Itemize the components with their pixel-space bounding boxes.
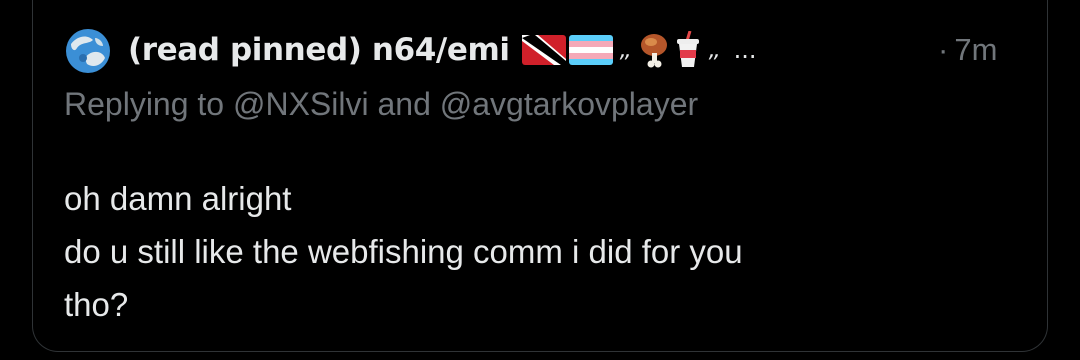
tweet-text-line: do u still like the webfishing comm i di… (64, 233, 743, 270)
tweet-text-line: tho? (64, 286, 129, 323)
meat-on-bone-icon (637, 31, 671, 69)
replying-to[interactable]: Replying to @NXSilvi and @avgtarkovplaye… (64, 86, 698, 123)
tweet-text: oh damn alright do u still like the webf… (64, 172, 994, 331)
display-name[interactable]: (read pinned) n64/emi (128, 32, 510, 68)
time-separator: · (938, 32, 949, 67)
name-emojis: ,, ,, ... (521, 31, 757, 69)
cup-with-straw-icon (674, 31, 702, 69)
tweet-text-line: oh damn alright (64, 180, 292, 217)
avatar[interactable] (65, 28, 111, 74)
tweet-header: (read pinned) n64/emi ,, ,, ... (128, 24, 757, 76)
trans-flag-icon (568, 35, 613, 65)
tweet-meta: · 7m (938, 27, 997, 73)
name-decoration: ,, (708, 37, 721, 63)
name-truncation: ... (733, 36, 757, 64)
trinidad-flag-icon (521, 35, 566, 65)
name-decoration: ,, (619, 37, 632, 63)
timestamp[interactable]: 7m (954, 32, 997, 68)
